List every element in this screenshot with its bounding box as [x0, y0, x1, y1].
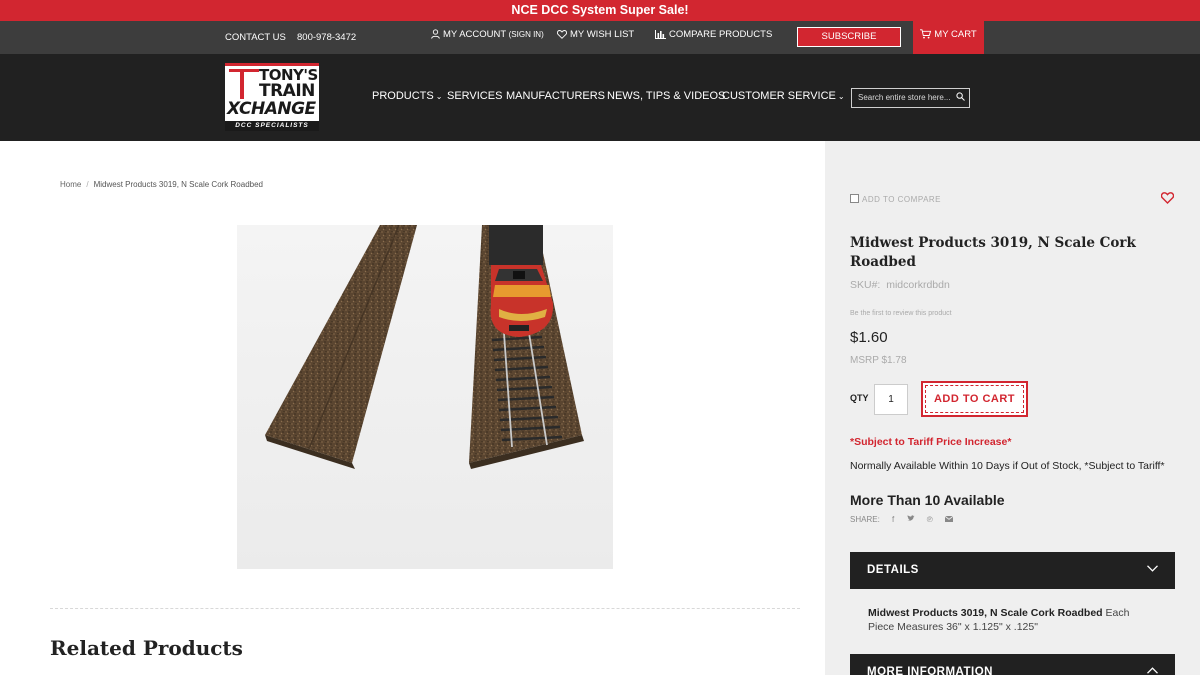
- promo-banner[interactable]: NCE DCC System Super Sale!: [0, 0, 1200, 21]
- product-image[interactable]: [237, 225, 613, 569]
- user-icon: [431, 29, 440, 40]
- share-label: SHARE:: [850, 515, 880, 524]
- compare-products-link[interactable]: COMPARE PRODUCTS: [655, 21, 772, 54]
- product-description: Midwest Products 3019, N Scale Cork Road…: [868, 606, 1158, 634]
- facebook-icon[interactable]: f: [892, 515, 894, 524]
- site-logo[interactable]: TONY'S TRAIN XCHANGE DCC SPECIALISTS: [225, 63, 319, 131]
- breadcrumb: Home / Midwest Products 3019, N Scale Cork…: [60, 180, 263, 189]
- cart-icon: [920, 29, 932, 39]
- stock-status: More Than 10 Available: [850, 492, 1005, 508]
- add-to-compare-label: ADD TO COMPARE: [862, 195, 942, 204]
- product-price: $1.60: [850, 329, 888, 346]
- related-products-heading: Related Products: [50, 636, 243, 660]
- logo-tagline: DCC SPECIALISTS: [225, 121, 319, 131]
- description-product-name: Midwest Products 3019, N Scale Cork Road…: [868, 607, 1103, 619]
- logo-line-3: XCHANGE: [227, 99, 316, 119]
- chevron-up-icon: [1147, 654, 1158, 675]
- availability-note: Normally Available Within 10 Days if Out…: [850, 460, 1165, 472]
- product-title: Midwest Products 3019, N Scale Cork Road…: [850, 235, 1136, 270]
- details-label: DETAILS: [867, 564, 919, 576]
- pinterest-icon[interactable]: ℗: [927, 515, 933, 524]
- contact-us-link[interactable]: CONTACT US: [225, 21, 286, 54]
- email-icon[interactable]: [944, 515, 954, 524]
- sku-value: midcorkrdbdn: [886, 279, 950, 291]
- chevron-down-icon: ⌄: [837, 92, 845, 101]
- nav-manufacturers[interactable]: MANUFACTURERS: [506, 90, 605, 102]
- nav-services[interactable]: SERVICES: [447, 90, 502, 102]
- my-cart-button[interactable]: MY CART: [913, 21, 984, 54]
- heart-icon: [557, 30, 567, 39]
- logo-line-2: TRAIN: [259, 81, 315, 101]
- tariff-notice: *Subject to Tariff Price Increase*: [850, 436, 1012, 448]
- logo-rail-bar-2: [229, 69, 259, 72]
- breadcrumb-current: Midwest Products 3019, N Scale Cork Road…: [93, 180, 263, 189]
- sign-in-label: (SIGN IN): [508, 30, 544, 39]
- promo-text[interactable]: NCE DCC System Super Sale!: [511, 3, 688, 17]
- bar-chart-icon: [655, 29, 666, 39]
- add-to-compare[interactable]: ADD TO COMPARE: [850, 194, 941, 204]
- breadcrumb-separator: /: [86, 180, 89, 189]
- my-cart-label: MY CART: [934, 29, 977, 40]
- subscribe-button[interactable]: SUBSCRIBE: [797, 27, 901, 47]
- twitter-icon[interactable]: [907, 515, 917, 524]
- compare-products-label: COMPARE PRODUCTS: [669, 29, 773, 40]
- breadcrumb-home[interactable]: Home: [60, 180, 81, 189]
- chevron-down-icon: ⌄: [435, 92, 443, 101]
- more-information-label: MORE INFORMATION: [867, 666, 993, 675]
- sku-label: SKU#:: [850, 279, 881, 291]
- my-account-link[interactable]: MY ACCOUNT (SIGN IN): [431, 21, 544, 54]
- chevron-down-icon: [1147, 552, 1158, 589]
- wish-list-label: MY WISH LIST: [570, 29, 635, 40]
- logo-rail-post: [240, 69, 244, 99]
- phone-number[interactable]: 800-978-3472: [297, 21, 356, 54]
- product-sku: SKU#: midcorkrdbdn: [850, 279, 950, 291]
- nav-customer-service[interactable]: CUSTOMER SERVICE ⌄: [722, 90, 845, 102]
- wish-list-link[interactable]: MY WISH LIST: [557, 21, 634, 54]
- more-information-accordion-header[interactable]: MORE INFORMATION: [850, 654, 1175, 675]
- add-to-cart-button[interactable]: ADD TO CART: [921, 381, 1028, 417]
- nav-news-tips-videos[interactable]: NEWS, TIPS & VIDEOS: [607, 90, 725, 102]
- content-divider: [50, 608, 800, 609]
- search-placeholder: Search entire store here...: [858, 93, 951, 102]
- details-accordion-header[interactable]: DETAILS: [850, 552, 1175, 589]
- nav-products[interactable]: PRODUCTS ⌄: [372, 90, 442, 102]
- product-msrp: MSRP $1.78: [850, 355, 907, 366]
- main-header: TONY'S TRAIN XCHANGE DCC SPECIALISTS PRO…: [0, 54, 1200, 141]
- utility-bar: CONTACT US 800-978-3472 MY ACCOUNT (SIGN…: [0, 21, 1200, 54]
- review-link[interactable]: Be the first to review this product: [850, 310, 952, 317]
- share-bar: SHARE: f ℗: [850, 515, 954, 524]
- wishlist-heart-icon[interactable]: [1160, 192, 1175, 207]
- my-account-label: MY ACCOUNT: [443, 29, 506, 40]
- search-input[interactable]: Search entire store here...: [851, 88, 970, 108]
- compare-checkbox[interactable]: [850, 194, 859, 203]
- nav-products-label: PRODUCTS: [372, 90, 434, 102]
- qty-label: QTY: [850, 393, 869, 403]
- quantity-input[interactable]: 1: [874, 384, 908, 415]
- search-icon[interactable]: [956, 89, 965, 107]
- nav-customer-service-label: CUSTOMER SERVICE: [722, 90, 836, 102]
